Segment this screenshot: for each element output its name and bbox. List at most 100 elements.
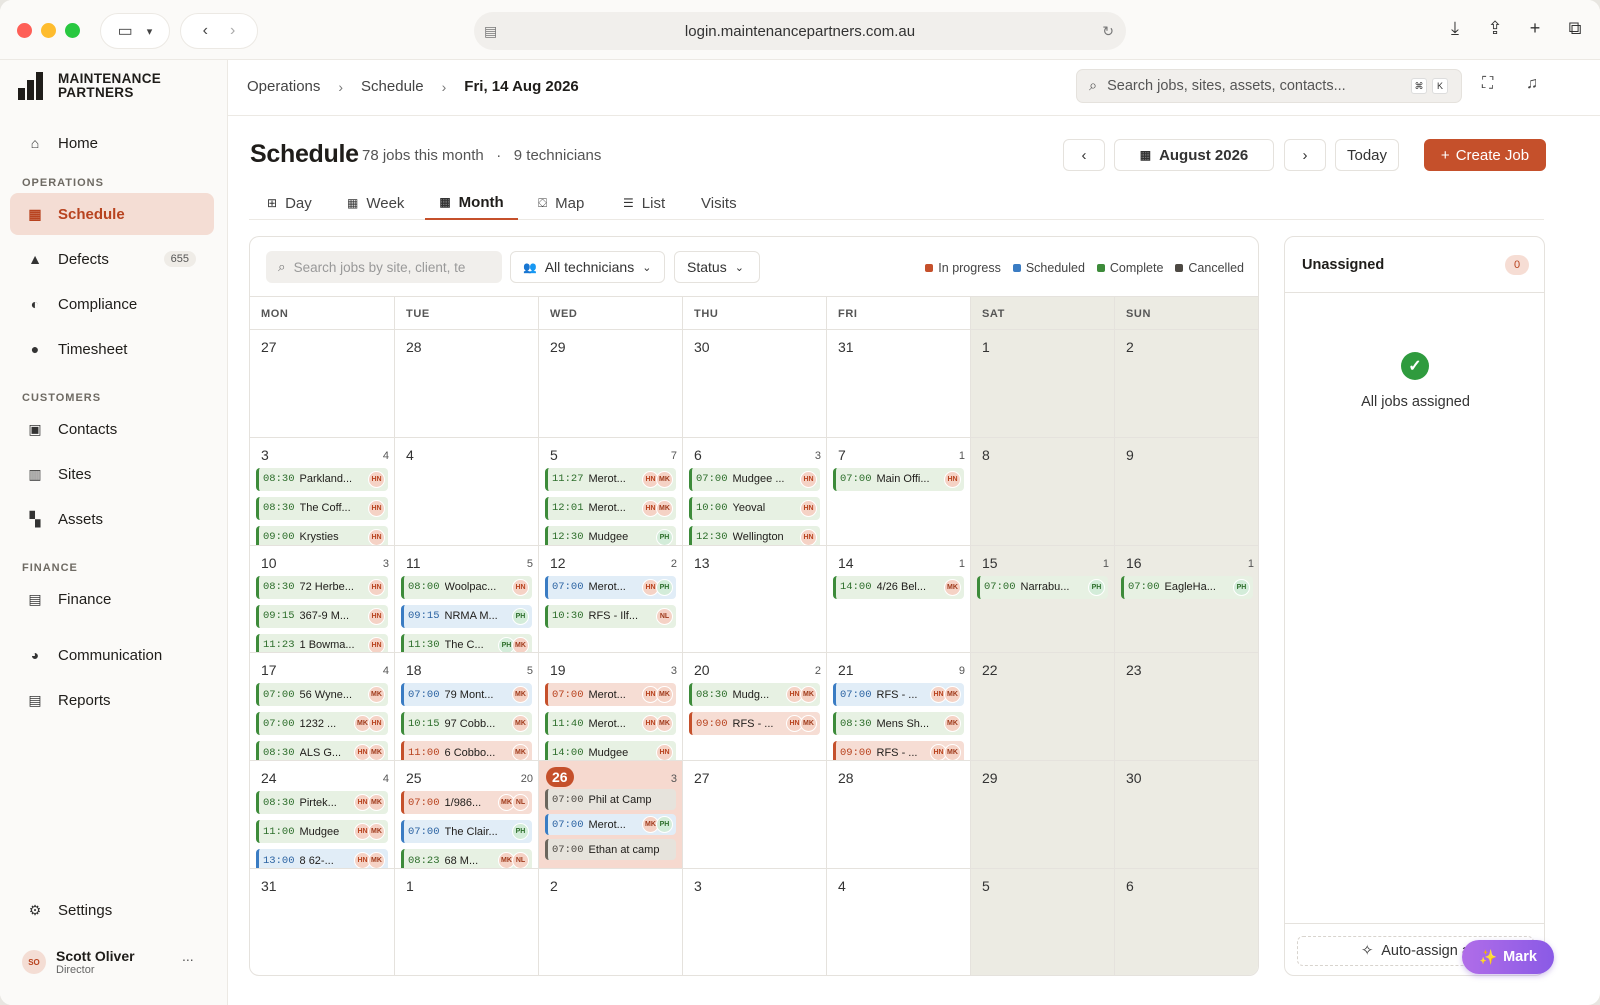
calendar-day-cell[interactable]: 5 [971,869,1115,975]
job-event[interactable]: 14:00 4/26 Bel... MK [833,575,964,599]
job-event[interactable]: 08:30 ALS G... HN MK [256,741,388,761]
job-event[interactable]: 12:30 Wellington HN [689,525,820,545]
status-filter-select[interactable]: Status ⌄ [674,251,760,283]
job-event[interactable]: 11:00 Mudgee HN MK [256,820,388,844]
calendar-day-cell[interactable]: 4 [395,437,539,546]
back-icon[interactable]: ‹ [203,22,208,40]
job-event[interactable]: 07:00 79 Mont... MK [401,683,532,707]
fullscreen-icon[interactable]: ⛶ [1482,75,1493,93]
calendar-day-cell[interactable]: 12 2 07:00 Merot... HN PH 10:30 RFS - Ilf... NL [539,545,683,654]
maximize-window-button[interactable] [65,23,80,38]
calendar-day-cell[interactable]: 29 [539,330,683,438]
sidebar-item-compliance[interactable]: ◐ Compliance [10,283,214,325]
calendar-day-cell[interactable]: 17 4 07:00 56 Wyne... MK 07:00 1232 ... MK HN 08:… [250,653,395,762]
calendar-day-cell[interactable]: 3 4 08:30 Parkland... HN 08:30 The Coff... HN 09… [250,437,395,546]
job-event[interactable]: 11:30 The C... PH MK [401,633,532,653]
calendar-day-cell[interactable]: 30 [683,330,827,438]
job-event[interactable]: 07:00 Mudgee ... HN [689,467,820,491]
technician-filter-select[interactable]: 👥 All technicians ⌄ [510,251,665,283]
job-event[interactable]: 07:00 The Clair... PH [401,820,532,844]
job-search-input[interactable]: ⌕ Search jobs by site, client, te [266,251,502,283]
calendar-day-cell[interactable]: 22 [971,653,1115,762]
create-job-button[interactable]: + Create Job [1424,139,1546,171]
job-event[interactable]: 07:00 Merot... HN MK [545,683,676,707]
user-menu-button[interactable]: ... [182,948,194,964]
calendar-day-cell[interactable]: 18 5 07:00 79 Mont... MK 10:15 97 Cobb... MK 11:… [395,653,539,762]
job-event[interactable]: 08:30 Parkland... HN [256,467,388,491]
sidebar-item-sites[interactable]: ▥ Sites [10,453,214,495]
calendar-day-cell[interactable]: 31 [827,330,971,438]
job-event[interactable]: 07:00 Phil at Camp [545,789,676,811]
job-event[interactable]: 12:30 Mudgee PH [545,525,676,545]
sidebar-toggle-button[interactable]: ▭ ▾ [100,13,170,49]
job-event[interactable]: 09:15 367-9 M... HN [256,604,388,628]
prev-month-button[interactable]: ‹ [1063,139,1105,171]
job-event[interactable]: 10:15 97 Cobb... MK [401,712,532,736]
job-event[interactable]: 11:23 1 Bowma... HN [256,633,388,653]
calendar-day-cell[interactable]: 2 [539,869,683,975]
job-event[interactable]: 07:00 RFS - ... HN MK [833,683,964,707]
job-event[interactable]: 07:00 EagleHa... PH [1121,575,1253,599]
new-tab-icon[interactable]: + [1524,18,1546,39]
sidebar-item-defects[interactable]: ▲ Defects 655 [10,238,214,280]
job-event[interactable]: 08:00 Woolpac... HN [401,575,532,599]
calendar-day-cell[interactable]: 1 [971,330,1115,438]
calendar-day-cell[interactable]: 28 [395,330,539,438]
job-event[interactable]: 07:00 56 Wyne... MK [256,683,388,707]
calendar-day-cell[interactable]: 21 9 07:00 RFS - ... HN MK 08:30 Mens Sh... MK 09… [827,653,971,762]
calendar-day-cell[interactable]: 2 [1115,330,1258,438]
job-event[interactable]: 11:00 6 Cobbo... MK [401,741,532,761]
today-button[interactable]: Today [1335,139,1399,171]
calendar-day-cell[interactable]: 3 [683,869,827,975]
job-event[interactable]: 14:00 Mudgee HN [545,741,676,761]
calendar-day-cell[interactable]: 9 [1115,437,1258,546]
calendar-day-cell[interactable]: 19 3 07:00 Merot... HN MK 11:40 Merot... HN MK 14:… [539,653,683,762]
calendar-day-cell[interactable]: 7 1 07:00 Main Offi... HN [827,437,971,546]
breadcrumb-operations[interactable]: Operations [247,78,320,95]
mark-assistant-button[interactable]: ✨ Mark [1462,940,1554,974]
tabs-overview-icon[interactable]: ⧉ [1564,18,1586,39]
job-event[interactable]: 09:00 Krysties HN [256,525,388,545]
tab-month[interactable]: ▦ Month [425,186,518,220]
forward-icon[interactable]: › [230,22,235,40]
sidebar-item-finance[interactable]: ▤ Finance [10,578,214,620]
calendar-day-cell[interactable]: 27 [683,761,827,869]
close-window-button[interactable] [17,23,32,38]
sidebar-item-contacts[interactable]: ▣ Contacts [10,408,214,450]
calendar-day-cell[interactable]: 29 [971,761,1115,869]
share-icon[interactable]: ⇪ [1484,18,1506,39]
calendar-day-cell[interactable]: 31 [250,869,395,975]
sidebar-item-home[interactable]: ⌂ Home [10,122,214,164]
brand-logo[interactable]: MAINTENANCE PARTNERS [18,72,161,100]
calendar-day-cell[interactable]: 16 1 07:00 EagleHa... PH [1115,545,1258,654]
calendar-day-cell[interactable]: 8 [971,437,1115,546]
calendar-day-cell[interactable]: 13 [683,545,827,654]
download-icon[interactable]: ⤓ [1444,18,1466,39]
calendar-day-cell[interactable]: 30 [1115,761,1258,869]
job-event[interactable]: 08:30 72 Herbe... HN [256,575,388,599]
global-search-input[interactable]: ⌕ Search jobs, sites, assets, contacts..… [1076,69,1462,103]
calendar-day-cell[interactable]: 24 4 08:30 Pirtek... HN MK 11:00 Mudgee HN MK 13:0… [250,761,395,869]
calendar-day-cell[interactable]: 23 [1115,653,1258,762]
calendar-day-cell[interactable]: 6 3 07:00 Mudgee ... HN 10:00 Yeoval HN 12:30 Wel… [683,437,827,546]
address-bar[interactable]: ▤ login.maintenancepartners.com.au ↻ [474,12,1126,50]
job-event[interactable]: 07:00 Merot... MK PH [545,814,676,836]
calendar-day-cell[interactable]: 26 3 07:00 Phil at Camp 07:00 Merot... MK PH 07:… [539,761,683,869]
sidebar-item-settings[interactable]: ⚙ Settings [10,889,214,931]
job-event[interactable]: 10:30 RFS - Ilf... NL [545,604,676,628]
calendar-day-cell[interactable]: 20 2 08:30 Mudg... HN MK 09:00 RFS - ... HN MK [683,653,827,762]
calendar-day-cell[interactable]: 1 [395,869,539,975]
job-event[interactable]: 13:00 8 62-... HN MK [256,849,388,868]
calendar-day-cell[interactable]: 6 [1115,869,1258,975]
calendar-day-cell[interactable]: 15 1 07:00 Narrabu... PH [971,545,1115,654]
reload-icon[interactable]: ↻ [1102,23,1114,40]
job-event[interactable]: 09:00 RFS - ... HN MK [689,712,820,736]
sidebar-item-communication[interactable]: ◕ Communication [10,634,214,676]
bell-icon[interactable]: ♫ [1526,75,1538,93]
sidebar-item-schedule[interactable]: ▦ Schedule [10,193,214,235]
tab-map[interactable]: ⛋ Map [538,186,584,220]
calendar-day-cell[interactable]: 4 [827,869,971,975]
job-event[interactable]: 09:15 NRMA M... PH [401,604,532,628]
job-event[interactable]: 07:00 Narrabu... PH [977,575,1108,599]
job-event[interactable]: 07:00 Merot... HN PH [545,575,676,599]
